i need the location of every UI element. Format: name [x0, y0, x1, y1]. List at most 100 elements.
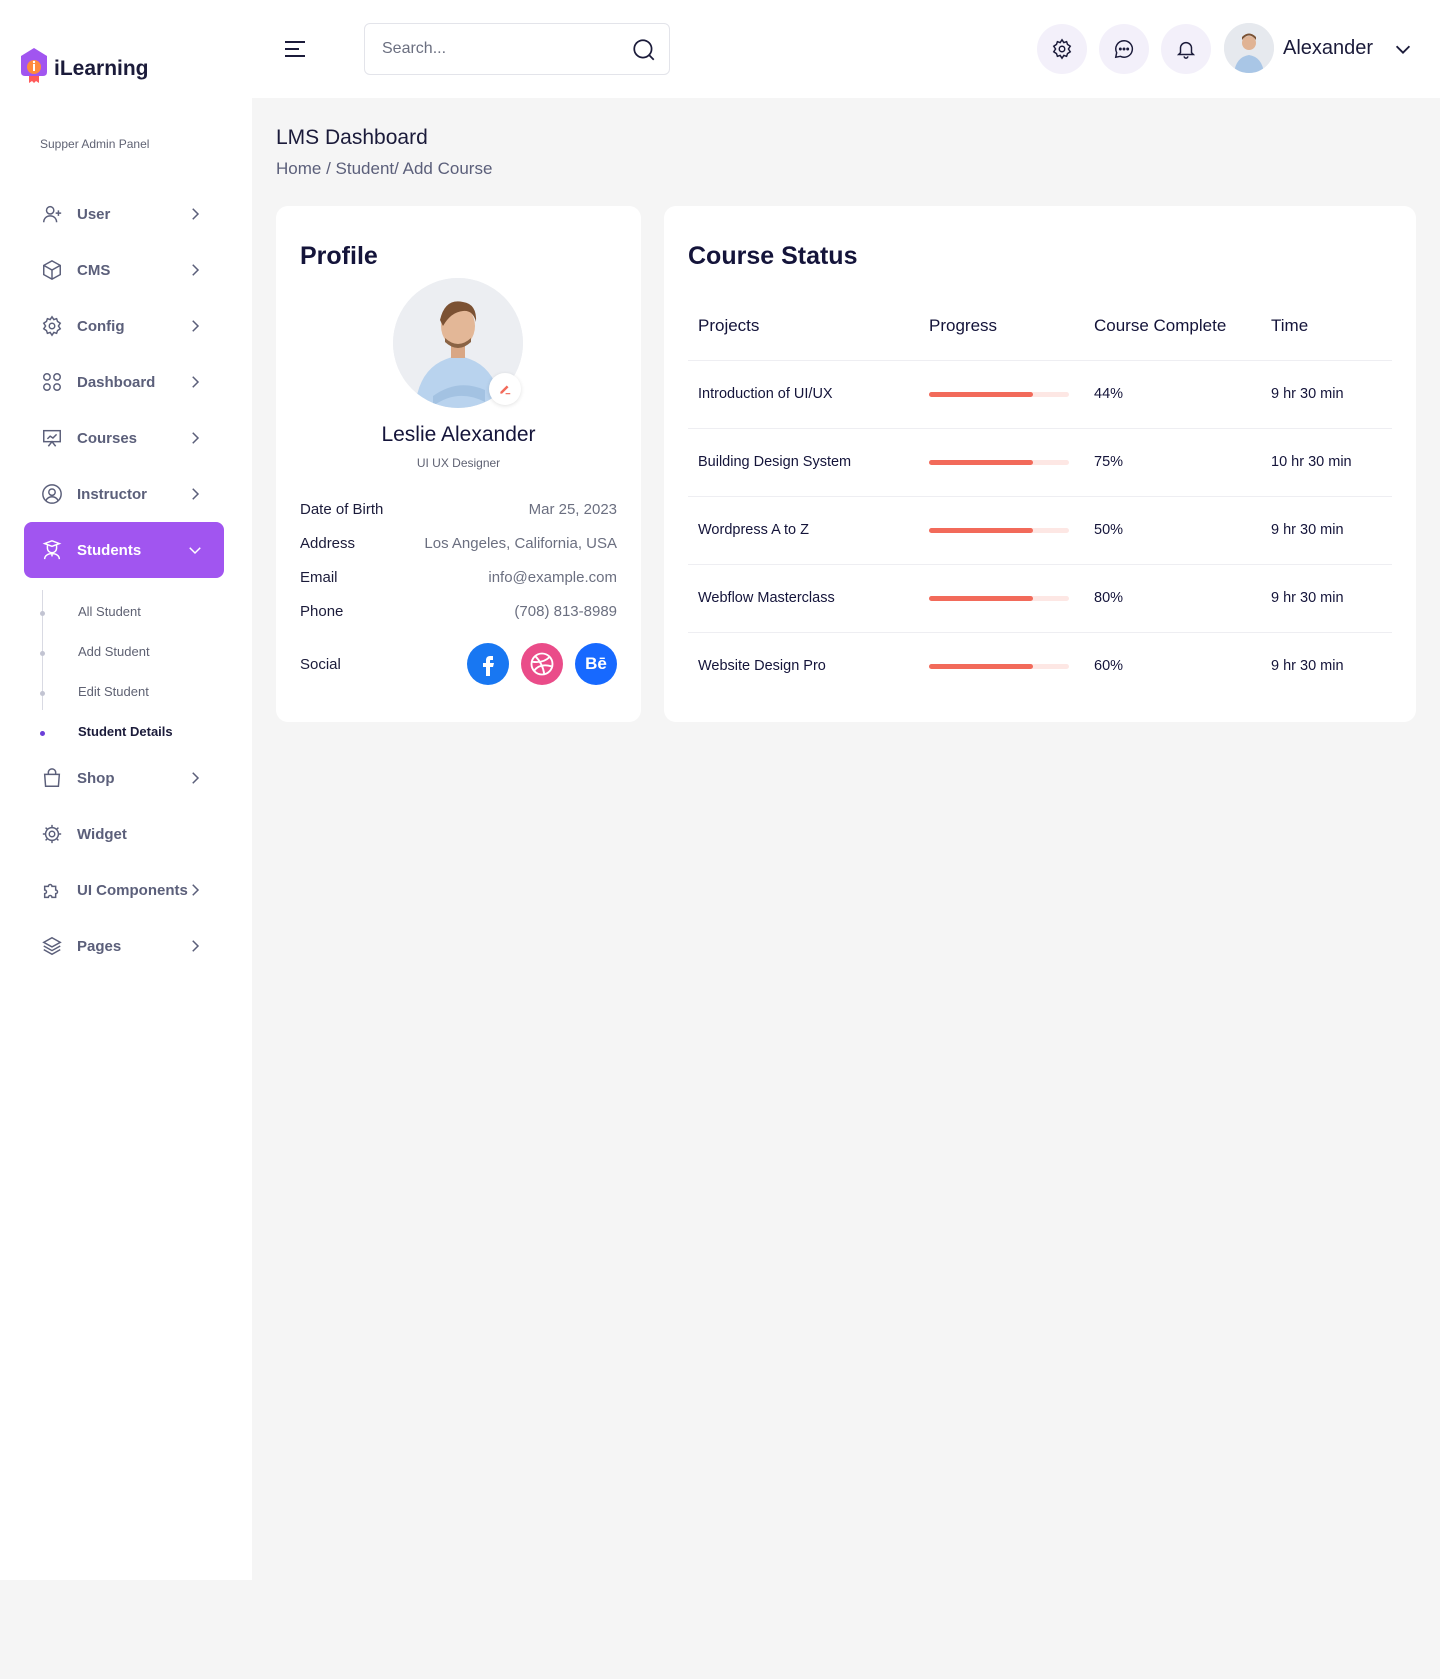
table-row[interactable]: Building Design System 75% 10 hr 30 min: [688, 428, 1392, 497]
info-value[interactable]: (708) 813-8989: [514, 603, 617, 620]
table-header-row: Projects Progress Course Complete Time: [688, 292, 1392, 361]
course-time: 10 hr 30 min: [1261, 428, 1392, 497]
sidebar-item-label: CMS: [77, 261, 111, 279]
sidebar-item-label: User: [77, 205, 111, 223]
submenu-dot: [40, 611, 45, 616]
facebook-link[interactable]: [467, 643, 509, 685]
table-row[interactable]: Wordpress A to Z 50% 9 hr 30 min: [688, 496, 1392, 565]
column-header: Course Complete: [1084, 292, 1261, 361]
info-row-phone: Phone (708) 813-8989: [300, 600, 617, 622]
students-submenu: All Student Add Student Edit Student Stu…: [24, 578, 224, 739]
sidebar-item-courses[interactable]: Courses: [24, 410, 224, 466]
chevron-right-icon: [192, 940, 200, 952]
info-label: Date of Birth: [300, 500, 384, 518]
submenu-add-student[interactable]: Add Student: [78, 644, 150, 659]
user-avatar[interactable]: [1224, 23, 1274, 73]
course-status-title: Course Status: [688, 242, 858, 270]
chevron-right-icon: [192, 320, 200, 332]
info-row-social: Social Bē: [300, 642, 617, 686]
submenu-edit-student[interactable]: Edit Student: [78, 684, 149, 699]
puzzle-icon: [43, 883, 59, 899]
chevron-right-icon: [192, 208, 200, 220]
submenu-dot: [40, 691, 45, 696]
progress-fill: [929, 391, 1033, 397]
sidebar-item-shop[interactable]: Shop: [24, 750, 224, 806]
chevron-down-icon[interactable]: [1392, 38, 1414, 60]
complete-percent: 50%: [1084, 496, 1261, 565]
info-label: Email: [300, 568, 338, 586]
chevron-right-icon: [192, 376, 200, 388]
sidebar-item-label: Students: [77, 541, 142, 559]
table-row[interactable]: Website Design Pro 60% 9 hr 30 min: [688, 632, 1392, 700]
search-input[interactable]: [382, 40, 622, 58]
progress-bar: [929, 595, 1069, 601]
column-header: Progress: [919, 292, 1084, 361]
progress-bar: [929, 459, 1069, 465]
progress-bar: [929, 391, 1069, 397]
sidebar-item-label: Shop: [77, 769, 115, 787]
sidebar-item-ui-components[interactable]: UI Components: [24, 862, 224, 918]
course-rows: Introduction of UI/UX 44% 9 hr 30 min Build…: [688, 360, 1392, 700]
sidebar-item-widget[interactable]: Widget: [24, 806, 224, 862]
progress-bar: [929, 527, 1069, 533]
submenu-student-details[interactable]: Student Details: [78, 724, 173, 739]
course-status-card: Course Status Projects Progress Course C…: [664, 206, 1416, 722]
submenu-all-student[interactable]: All Student: [78, 604, 141, 619]
table-row[interactable]: Introduction of UI/UX 44% 9 hr 30 min: [688, 360, 1392, 429]
brand-logo[interactable]: iLearning: [19, 46, 149, 86]
progress-bar: [929, 663, 1069, 669]
brand-name: iLearning: [54, 57, 149, 80]
dribbble-link[interactable]: [521, 643, 563, 685]
sidebar-item-cms[interactable]: CMS: [24, 242, 224, 298]
course-time: 9 hr 30 min: [1261, 360, 1392, 429]
info-label: Phone: [300, 602, 344, 620]
progress-cell: [919, 496, 1084, 565]
messages-button[interactable]: [1099, 24, 1149, 74]
sidebar-item-user[interactable]: User: [24, 186, 224, 242]
grid-icon: [43, 373, 61, 391]
search-icon[interactable]: [631, 37, 657, 63]
course-time: 9 hr 30 min: [1261, 496, 1392, 565]
bell-icon: [1176, 41, 1196, 59]
info-value[interactable]: info@example.com: [488, 569, 617, 586]
topbar: Alexander: [252, 0, 1440, 98]
chevron-right-icon: [192, 264, 200, 276]
info-row-email: Email info@example.com: [300, 566, 617, 588]
breadcrumb: Home / Student/ Add Course: [276, 159, 493, 178]
sidebar-item-dashboard[interactable]: Dashboard: [24, 354, 224, 410]
column-header: Time: [1261, 292, 1392, 361]
sidebar-item-label: Config: [77, 317, 125, 335]
behance-link[interactable]: Bē: [575, 643, 617, 685]
sidebar-item-instructor[interactable]: Instructor: [24, 466, 224, 522]
box-icon: [43, 259, 61, 281]
user-name[interactable]: Alexander: [1283, 37, 1373, 60]
sidebar-item-label: Courses: [77, 429, 138, 447]
user-circle-icon: [42, 484, 62, 504]
chevron-right-icon: [192, 432, 200, 444]
sidebar-item-pages[interactable]: Pages: [24, 918, 224, 974]
complete-percent: 44%: [1084, 360, 1261, 429]
menu-toggle-icon[interactable]: [284, 40, 306, 58]
progress-cell: [919, 632, 1084, 700]
bag-icon: [43, 768, 61, 787]
sidebar-item-config[interactable]: Config: [24, 298, 224, 354]
chat-icon: [1114, 40, 1134, 59]
widget-gear-icon: [42, 824, 62, 844]
column-header: Projects: [688, 292, 919, 361]
presentation-icon: [43, 429, 61, 447]
sidebar-item-students[interactable]: Students: [24, 522, 224, 578]
settings-button[interactable]: [1037, 24, 1087, 74]
course-status-table: Projects Progress Course Complete Time I…: [688, 292, 1392, 700]
submenu-dot-current: [40, 731, 45, 736]
progress-fill: [929, 663, 1033, 669]
notifications-button[interactable]: [1161, 24, 1211, 74]
profile-name: Leslie Alexander: [381, 423, 536, 446]
info-value: Los Angeles, California, USA: [424, 534, 617, 552]
table-row[interactable]: Webflow Masterclass 80% 9 hr 30 min: [688, 564, 1392, 633]
student-icon: [42, 540, 62, 560]
complete-percent: 75%: [1084, 428, 1261, 497]
edit-avatar-button[interactable]: [489, 373, 521, 405]
gear-icon: [1052, 38, 1072, 60]
project-name: Introduction of UI/UX: [688, 360, 919, 429]
pencil-icon: [500, 385, 511, 395]
